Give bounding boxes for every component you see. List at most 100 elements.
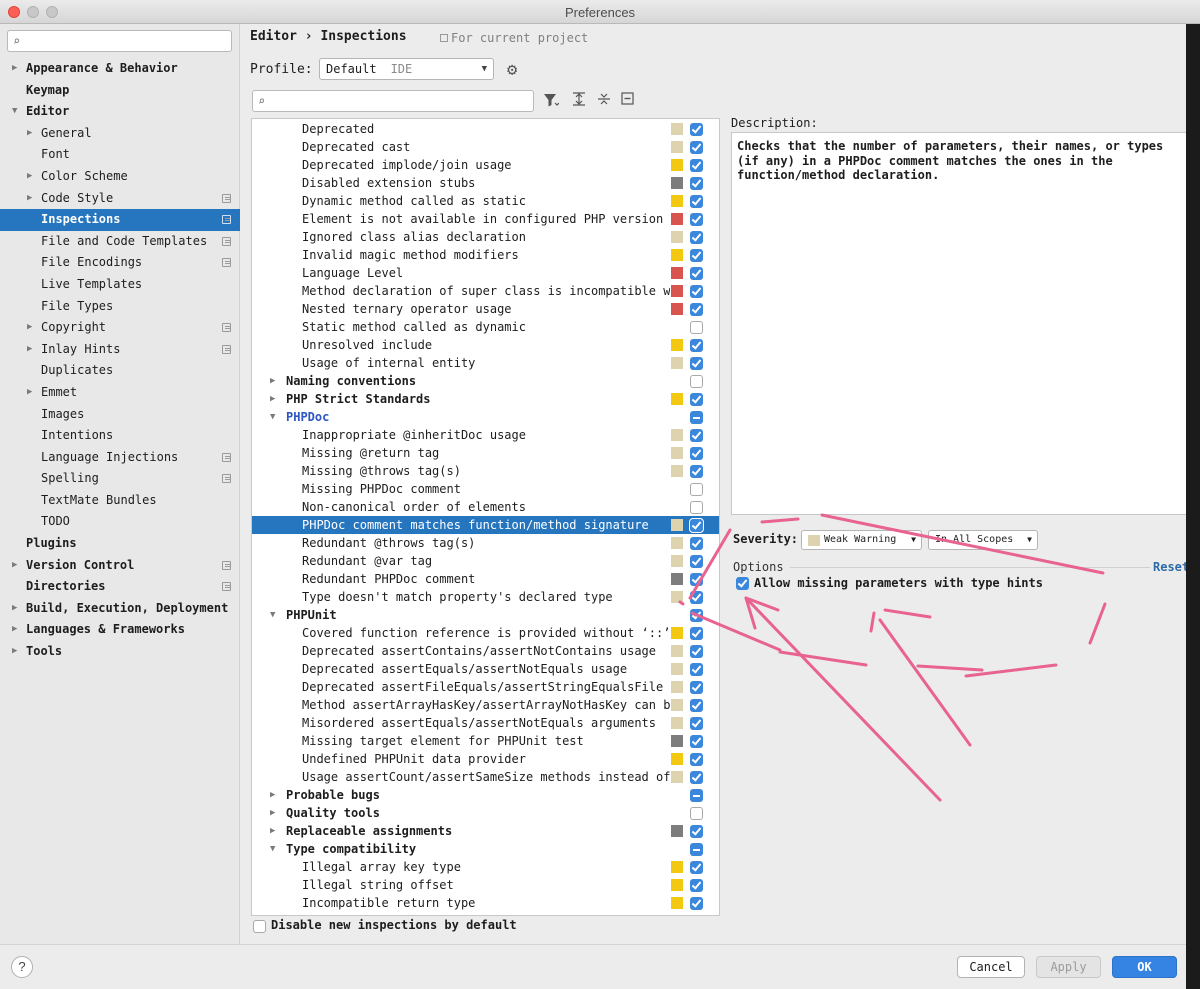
inspection-item[interactable]: Method declaration of super class is inc… [252,282,719,300]
inspection-enabled-checkbox[interactable] [690,537,703,550]
sidebar-item-font[interactable]: Font [0,144,240,166]
inspection-item[interactable]: Static method called as dynamic [252,318,719,336]
inspection-enabled-checkbox[interactable] [690,735,703,748]
inspection-group[interactable]: ▼ PHPDoc [252,408,719,426]
inspection-enabled-checkbox[interactable] [690,429,703,442]
collapsed-arrow-icon[interactable]: ▶ [270,372,275,390]
inspection-enabled-checkbox[interactable] [690,213,703,226]
inspection-item[interactable]: Usage of internal entity [252,354,719,372]
disable-new-inspections-checkbox[interactable] [253,920,266,933]
sidebar-item-file-encodings[interactable]: File Encodings [0,252,240,274]
inspection-item[interactable]: Type doesn't match property's declared t… [252,588,719,606]
cancel-button[interactable]: Cancel [957,956,1025,978]
inspection-item[interactable]: Deprecated [252,120,719,138]
inspection-item[interactable]: Invalid magic method modifiers [252,246,719,264]
inspection-group[interactable]: ▶ PHP Strict Standards [252,390,719,408]
collapsed-arrow-icon[interactable]: ▶ [27,382,32,404]
help-button[interactable]: ? [11,956,33,978]
sidebar-item-textmate-bundles[interactable]: TextMate Bundles [0,490,240,512]
collapsed-arrow-icon[interactable]: ▶ [270,822,275,840]
collapsed-arrow-icon[interactable]: ▶ [27,166,32,188]
sidebar-item-language-injections[interactable]: Language Injections [0,447,240,469]
inspection-enabled-checkbox[interactable] [690,483,703,496]
inspection-enabled-checkbox[interactable] [690,123,703,136]
inspection-enabled-checkbox[interactable] [690,555,703,568]
expanded-arrow-icon[interactable]: ▼ [270,606,275,624]
inspection-enabled-checkbox[interactable] [690,861,703,874]
inspection-enabled-checkbox[interactable] [690,267,703,280]
collapse-all-icon[interactable] [597,92,611,110]
sidebar-item-editor[interactable]: ▼ Editor [0,101,240,123]
inspection-enabled-checkbox[interactable] [690,627,703,640]
inspection-enabled-checkbox[interactable] [690,141,703,154]
inspection-item[interactable]: Dynamic method called as static [252,192,719,210]
sidebar-item-keymap[interactable]: Keymap [0,80,240,102]
inspection-enabled-checkbox[interactable] [690,645,703,658]
inspection-enabled-checkbox[interactable] [690,447,703,460]
inspection-group[interactable]: ▶ Naming conventions [252,372,719,390]
inspection-enabled-checkbox[interactable] [690,843,703,856]
collapsed-arrow-icon[interactable]: ▶ [12,619,17,641]
sidebar-item-copyright[interactable]: ▶ Copyright [0,317,240,339]
inspection-item[interactable]: Missing @throws tag(s) [252,462,719,480]
inspection-enabled-checkbox[interactable] [690,339,703,352]
inspection-enabled-checkbox[interactable] [690,825,703,838]
inspection-search-input[interactable]: ⌕ [252,90,534,112]
inspection-item[interactable]: Method assertArrayHasKey/assertArrayNotH… [252,696,719,714]
inspection-item[interactable]: Redundant @var tag [252,552,719,570]
inspection-enabled-checkbox[interactable] [690,699,703,712]
ok-button[interactable]: OK [1112,956,1177,978]
inspection-enabled-checkbox[interactable] [689,518,704,533]
inspection-enabled-checkbox[interactable] [690,681,703,694]
sidebar-item-live-templates[interactable]: Live Templates [0,274,240,296]
inspection-group[interactable]: ▶ Probable bugs [252,786,719,804]
inspection-group[interactable]: ▶ Replaceable assignments [252,822,719,840]
inspection-item[interactable]: Misordered assertEquals/assertNotEquals … [252,714,719,732]
inspection-enabled-checkbox[interactable] [690,609,703,622]
inspection-enabled-checkbox[interactable] [690,501,703,514]
collapsed-arrow-icon[interactable]: ▶ [27,188,32,210]
collapsed-arrow-icon[interactable]: ▶ [27,339,32,361]
apply-button[interactable]: Apply [1036,956,1101,978]
scope-select[interactable]: In All Scopes ▼ [928,530,1038,550]
sidebar-item-code-style[interactable]: ▶ Code Style [0,188,240,210]
inspection-enabled-checkbox[interactable] [690,879,703,892]
inspection-item[interactable]: Incompatible return type [252,894,719,912]
inspection-item[interactable]: Deprecated assertFileEquals/assertString… [252,678,719,696]
collapsed-arrow-icon[interactable]: ▶ [270,390,275,408]
collapsed-arrow-icon[interactable]: ▶ [270,786,275,804]
inspection-enabled-checkbox[interactable] [690,357,703,370]
sidebar-item-intentions[interactable]: Intentions [0,425,240,447]
collapsed-arrow-icon[interactable]: ▶ [12,598,17,620]
inspection-item[interactable]: Deprecated assertContains/assertNotConta… [252,642,719,660]
sidebar-item-emmet[interactable]: ▶ Emmet [0,382,240,404]
inspection-enabled-checkbox[interactable] [690,177,703,190]
collapsed-arrow-icon[interactable]: ▶ [12,555,17,577]
filter-icon[interactable] [543,92,560,112]
expanded-arrow-icon[interactable]: ▼ [12,101,17,123]
inspection-item[interactable]: PHPDoc comment matches function/method s… [252,516,719,534]
inspection-group[interactable]: ▶ Quality tools [252,804,719,822]
inspection-item[interactable]: Missing PHPDoc comment [252,480,719,498]
inspection-item[interactable]: Ignored class alias declaration [252,228,719,246]
inspection-item[interactable]: Language Level [252,264,719,282]
inspection-enabled-checkbox[interactable] [690,303,703,316]
sidebar-item-plugins[interactable]: Plugins [0,533,240,555]
inspection-enabled-checkbox[interactable] [690,195,703,208]
collapsed-arrow-icon[interactable]: ▶ [27,317,32,339]
inspection-item[interactable]: Covered function reference is provided w… [252,624,719,642]
inspection-enabled-checkbox[interactable] [690,663,703,676]
sidebar-item-spelling[interactable]: Spelling [0,468,240,490]
reset-link[interactable]: Reset [1153,560,1189,574]
profile-select[interactable]: Default IDE ▼ [319,58,494,80]
expand-all-icon[interactable] [572,92,586,110]
sidebar-item-general[interactable]: ▶ General [0,123,240,145]
inspection-item[interactable]: Nested ternary operator usage [252,300,719,318]
collapsed-arrow-icon[interactable]: ▶ [12,641,17,663]
sidebar-item-color-scheme[interactable]: ▶ Color Scheme [0,166,240,188]
inspection-enabled-checkbox[interactable] [690,465,703,478]
sidebar-item-tools[interactable]: ▶ Tools [0,641,240,663]
inspection-item[interactable]: Inappropriate @inheritDoc usage [252,426,719,444]
inspection-item[interactable]: Redundant @throws tag(s) [252,534,719,552]
collapsed-arrow-icon[interactable]: ▶ [12,58,17,80]
